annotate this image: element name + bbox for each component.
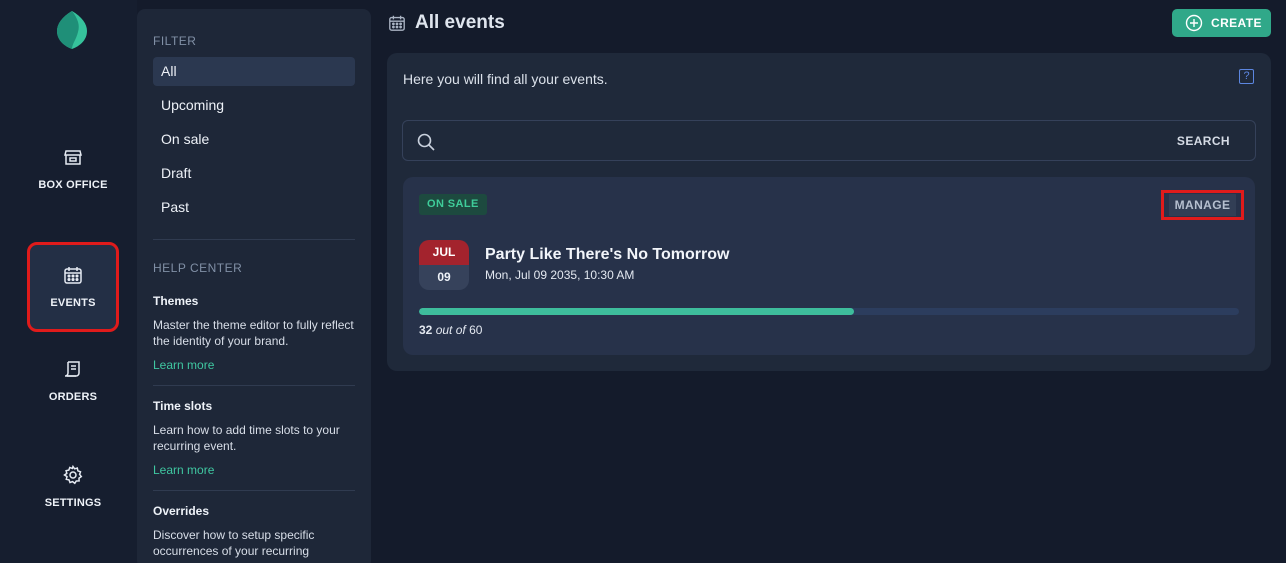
calendar-icon: [389, 15, 405, 31]
sales-count: 32 out of 60: [419, 323, 482, 337]
event-title[interactable]: Party Like There's No Tomorrow: [485, 246, 729, 264]
sidebar-item-orders[interactable]: ORDERS: [29, 338, 117, 424]
status-badge: ON SALE: [419, 194, 487, 215]
brand-logo-icon[interactable]: [54, 10, 90, 50]
out-of-label: out of: [435, 323, 466, 337]
event-card: ON SALE MANAGE JUL 09 Party Like There's…: [403, 177, 1255, 355]
sales-progress-bar: [419, 308, 1239, 315]
intro-text: Here you will find all your events.: [403, 71, 608, 87]
manage-button[interactable]: MANAGE: [1161, 190, 1244, 220]
search-input[interactable]: [447, 129, 1147, 153]
help-article-learn-more-link[interactable]: Learn more: [153, 463, 214, 477]
search-button[interactable]: SEARCH: [1177, 134, 1230, 148]
divider: [153, 239, 355, 240]
divider: [153, 385, 355, 386]
sidebar-item-box-office[interactable]: BOX OFFICE: [29, 126, 117, 212]
filter-option-on-sale[interactable]: On sale: [153, 125, 355, 154]
sidebar-item-label: SETTINGS: [44, 497, 102, 509]
events-card: Here you will find all your events. ? SE…: [387, 53, 1271, 371]
divider: [153, 490, 355, 491]
storefront-icon: [64, 150, 82, 165]
help-article-learn-more-link[interactable]: Learn more: [153, 358, 214, 372]
plus-circle-icon: [1185, 14, 1203, 32]
manage-button-label: MANAGE: [1168, 194, 1237, 216]
sidebar-item-events[interactable]: EVENTS: [27, 242, 119, 332]
event-date-badge: JUL 09: [419, 240, 469, 290]
calendar-icon: [64, 267, 82, 284]
sidebar-item-label: EVENTS: [50, 297, 96, 309]
sales-progress-fill: [419, 308, 854, 315]
sold-count: 32: [419, 323, 433, 337]
filter-option-upcoming[interactable]: Upcoming: [153, 91, 355, 120]
help-article-description: Master the theme editor to fully reflect…: [153, 318, 354, 348]
sidebar-item-settings[interactable]: SETTINGS: [29, 444, 117, 530]
sidebar-item-label: BOX OFFICE: [38, 179, 108, 191]
event-month: JUL: [419, 240, 469, 265]
help-article-title: Time slots: [153, 399, 213, 413]
page-title: All events: [415, 12, 505, 33]
capacity-count: 60: [469, 323, 483, 337]
create-event-button[interactable]: CREATE: [1172, 9, 1271, 37]
event-datetime: Mon, Jul 09 2035, 10:30 AM: [485, 268, 635, 282]
create-button-label: CREATE: [1211, 16, 1262, 30]
filter-heading: FILTER: [153, 34, 197, 48]
gear-icon: [63, 465, 83, 485]
filter-panel: FILTER All Upcoming On sale Draft Past H…: [137, 9, 371, 563]
help-article-description: Learn how to add time slots to your recu…: [153, 423, 340, 453]
help-article-description: Discover how to setup specific occurrenc…: [153, 528, 315, 558]
filter-option-draft[interactable]: Draft: [153, 159, 355, 188]
filter-option-all[interactable]: All: [153, 57, 355, 86]
search-icon: [417, 133, 435, 151]
filter-option-past[interactable]: Past: [153, 193, 355, 222]
help-article-title: Themes: [153, 294, 199, 308]
search-bar: SEARCH: [402, 120, 1256, 161]
help-center-heading: HELP CENTER: [153, 261, 243, 275]
event-day: 09: [419, 265, 469, 290]
help-icon[interactable]: ?: [1239, 69, 1254, 84]
main-sidebar: BOX OFFICE EVENTS ORDERS SETTINGS: [0, 0, 137, 563]
sidebar-item-label: ORDERS: [48, 391, 98, 403]
help-article-title: Overrides: [153, 504, 210, 518]
receipt-icon: [64, 361, 80, 377]
